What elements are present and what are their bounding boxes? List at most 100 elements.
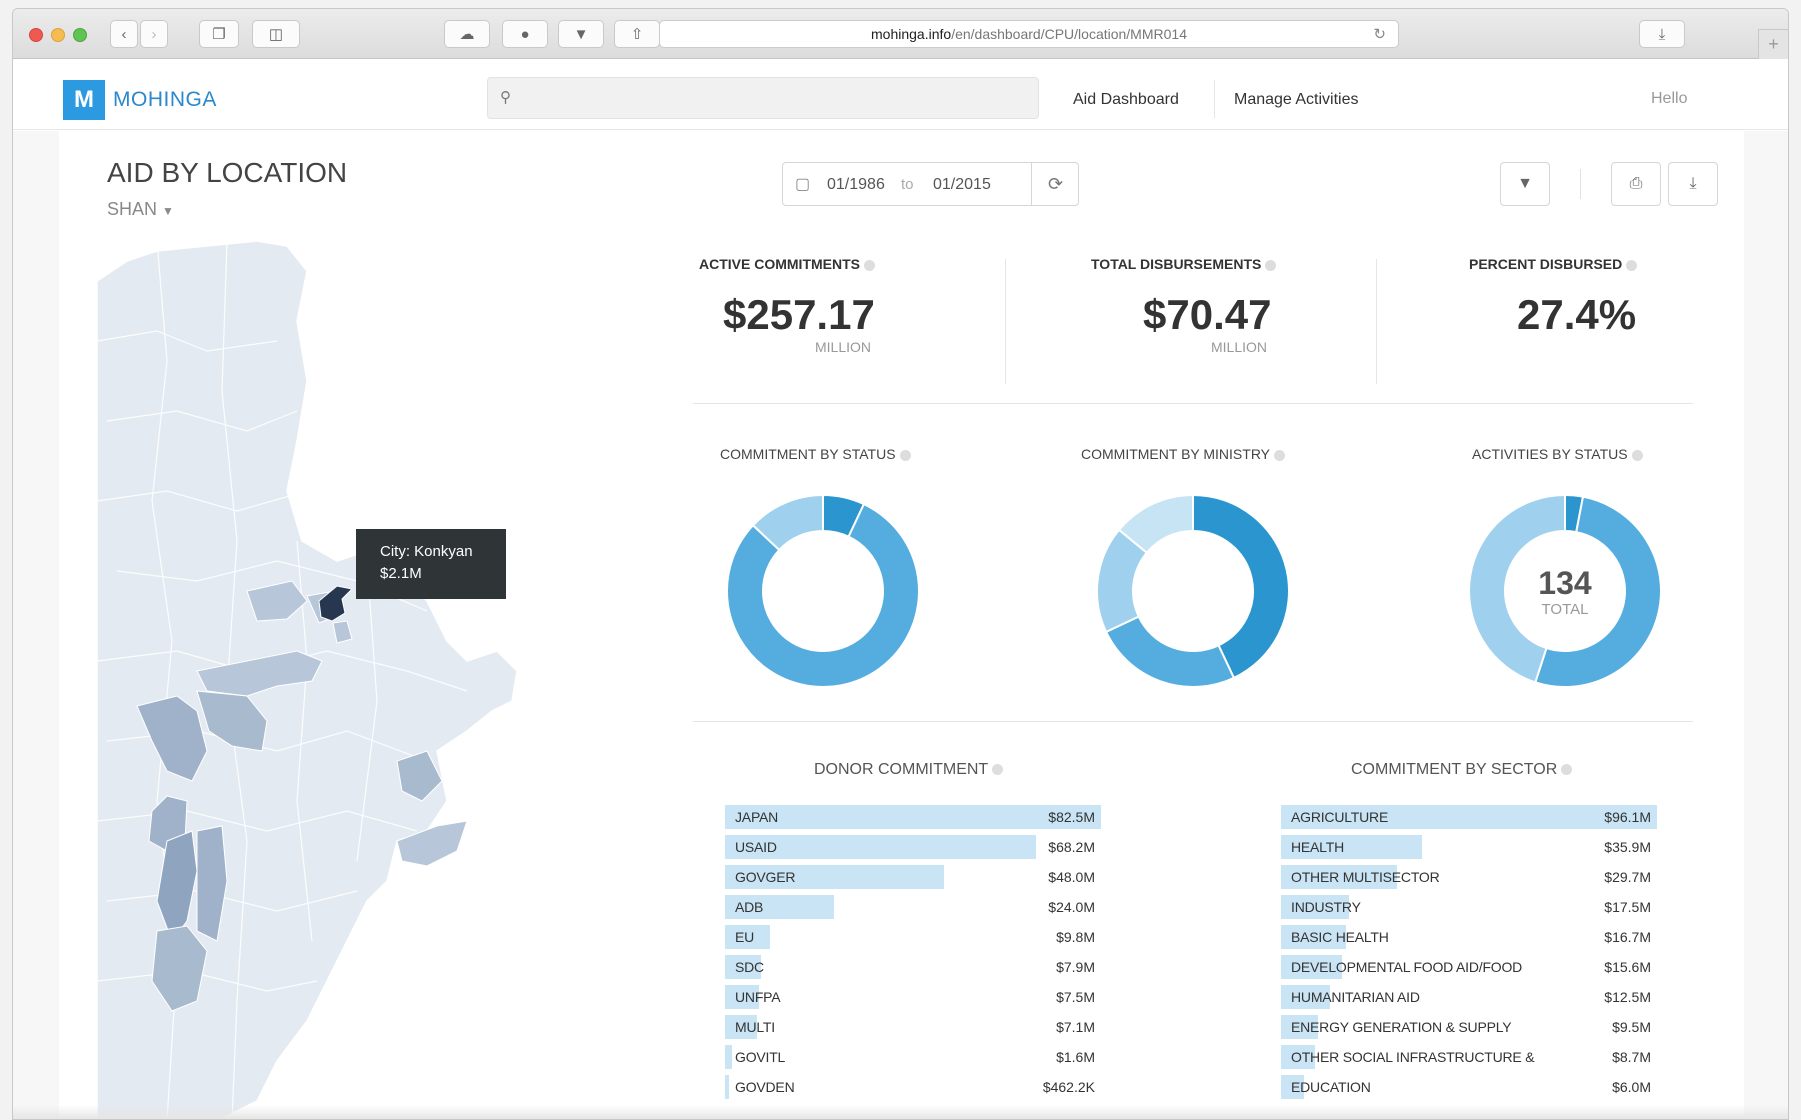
donut-commitment-by-status[interactable] <box>723 491 923 691</box>
bar-row[interactable]: EDUCATION $6.0M <box>1281 1072 1657 1102</box>
sidebar-toggle-button[interactable]: ◫ <box>252 20 300 48</box>
bar-row[interactable]: OTHER MULTISECTOR $29.7M <box>1281 862 1657 892</box>
bar-row[interactable]: UNFPA $7.5M <box>725 982 1101 1012</box>
refresh-button[interactable]: ⟳ <box>1031 163 1079 205</box>
back-button[interactable]: ‹ <box>110 20 138 48</box>
elephant-icon: ● <box>520 25 530 43</box>
dashboard-content: AID BY LOCATION SHAN ▼ ▢ 01/1986 to 01/2… <box>59 131 1744 1120</box>
info-icon[interactable] <box>1265 259 1277 271</box>
shan-state-map[interactable] <box>97 241 567 1120</box>
donor-commitment-list: JAPAN $82.5M USAID $68.2M GOVGER $48.0M ADB $24… <box>725 802 1101 1102</box>
bar-row[interactable]: GOVGER $48.0M <box>725 862 1101 892</box>
info-icon[interactable] <box>1274 449 1286 461</box>
forward-button[interactable]: › <box>140 20 168 48</box>
download-circle-icon: ⤓ <box>1658 25 1666 43</box>
bar-row[interactable]: DEVELOPMENTAL FOOD AID/FOOD $15.6M <box>1281 952 1657 982</box>
location-selected: SHAN <box>107 199 158 219</box>
tooltip-city: City: Konkyan <box>380 543 473 560</box>
donut-activities-by-status[interactable]: 134 TOTAL <box>1465 491 1665 691</box>
logo-text[interactable]: MOHINGA <box>113 88 217 112</box>
nav-aid-dashboard[interactable]: Aid Dashboard <box>1073 91 1179 109</box>
date-to-separator: to <box>901 176 914 193</box>
bar-row[interactable]: BASIC HEALTH $16.7M <box>1281 922 1657 952</box>
location-dropdown[interactable]: SHAN ▼ <box>107 199 174 220</box>
filter-button[interactable]: ▼ <box>1500 162 1550 206</box>
download-icon: ⤓ <box>1689 175 1697 192</box>
printer-icon: ⎙ <box>1629 175 1643 192</box>
bar-row[interactable]: SDC $7.9M <box>725 952 1101 982</box>
kpi-total-disbursements: TOTAL DISBURSEMENTS $70.47 MILLION <box>1091 256 1451 386</box>
bar-label: INDUSTRY <box>1291 899 1361 915</box>
bar-row[interactable]: AGRICULTURE $96.1M <box>1281 802 1657 832</box>
bar-row[interactable]: INDUSTRY $17.5M <box>1281 892 1657 922</box>
bar-label: JAPAN <box>735 809 779 825</box>
bar-label: OTHER SOCIAL INFRASTRUCTURE & <box>1291 1049 1535 1065</box>
logo-mark[interactable]: M <box>63 80 105 120</box>
date-range-picker[interactable]: ▢ 01/1986 to 01/2015 ⟳ <box>782 162 1079 206</box>
date-to[interactable]: 01/2015 <box>933 176 991 194</box>
evernote-button[interactable]: ● <box>502 20 548 48</box>
nav-manage-activities[interactable]: Manage Activities <box>1234 91 1359 109</box>
share-button[interactable]: ⇧ <box>614 20 660 48</box>
bar-row[interactable]: HEALTH $35.9M <box>1281 832 1657 862</box>
bar-row[interactable]: GOVDEN $462.2K <box>725 1072 1101 1102</box>
bar-row[interactable]: OTHER SOCIAL INFRASTRUCTURE & $8.7M <box>1281 1042 1657 1072</box>
bar-value: $9.8M <box>1056 929 1095 945</box>
export-button[interactable]: ⤓ <box>1668 162 1718 206</box>
new-tab-button[interactable]: + <box>1758 29 1788 59</box>
search-input[interactable] <box>526 86 1026 110</box>
pocket-button[interactable]: ▼ <box>558 20 604 48</box>
bar-label: MULTI <box>735 1019 775 1035</box>
cloud-icon: ☁ <box>459 26 475 43</box>
kpi-value: 27.4% <box>1517 291 1637 338</box>
kpi-divider <box>1376 259 1377 384</box>
url-path: /en/dashboard/CPU/location/MMR014 <box>951 26 1187 42</box>
close-window-button[interactable] <box>29 28 43 42</box>
bar-fill <box>725 805 1101 829</box>
bar-row[interactable]: ADB $24.0M <box>725 892 1101 922</box>
bar-value: $96.1M <box>1604 809 1651 825</box>
bar-label: GOVGER <box>735 869 796 885</box>
address-bar[interactable]: mohinga.info/en/dashboard/CPU/location/M… <box>659 20 1399 48</box>
icloud-button[interactable]: ☁ <box>444 20 490 48</box>
info-icon[interactable] <box>864 259 875 271</box>
bar-row[interactable]: EU $9.8M <box>725 922 1101 952</box>
zoom-window-button[interactable] <box>73 28 87 42</box>
bar-row[interactable]: ENERGY GENERATION & SUPPLY $9.5M <box>1281 1012 1657 1042</box>
bar-label: DEVELOPMENTAL FOOD AID/FOOD <box>1291 959 1523 975</box>
bar-label: EU <box>735 929 755 945</box>
bar-row[interactable]: USAID $68.2M <box>725 832 1101 862</box>
bar-row[interactable]: MULTI $7.1M <box>725 1012 1101 1042</box>
browser-window: ‹ › ❐ ◫ ☁ ● ▼ ⇧ mohinga.info/en/dashboar… <box>12 8 1789 1120</box>
bar-value: $48.0M <box>1048 869 1095 885</box>
left-gutter <box>13 131 59 1119</box>
bar-row[interactable]: GOVITL $1.6M <box>725 1042 1101 1072</box>
kpi-percent-disbursed: PERCENT DISBURSED 27.4% <box>1469 256 1788 386</box>
info-icon[interactable] <box>992 764 1004 776</box>
sector-commitment-list: AGRICULTURE $96.1M HEALTH $35.9M OTHER MULTI… <box>1281 802 1657 1102</box>
info-icon[interactable] <box>1631 449 1643 461</box>
donut-slice[interactable] <box>1104 615 1236 688</box>
activities-total-value: 134 <box>1538 564 1592 601</box>
bar-value: $16.7M <box>1604 929 1651 945</box>
user-greeting[interactable]: Hello <box>1651 90 1687 108</box>
kpi-unit: MILLION <box>1211 339 1268 355</box>
downloads-button[interactable]: ⤓ <box>1639 20 1685 48</box>
tabs-overview-button[interactable]: ❐ <box>199 20 239 48</box>
reload-icon[interactable]: ↻ <box>1373 25 1386 43</box>
print-button[interactable]: ⎙ <box>1611 162 1661 206</box>
bar-label: UNFPA <box>735 989 781 1005</box>
search-box[interactable]: ⚲ <box>487 77 1039 119</box>
info-icon[interactable] <box>1561 764 1573 776</box>
info-icon[interactable] <box>1626 259 1638 271</box>
bar-row[interactable]: JAPAN $82.5M <box>725 802 1101 832</box>
minimize-window-button[interactable] <box>51 28 65 42</box>
date-from[interactable]: 01/1986 <box>827 176 885 194</box>
donut-commitment-by-ministry[interactable] <box>1093 491 1293 691</box>
url-host: mohinga.info <box>871 26 952 42</box>
info-icon[interactable] <box>899 449 911 461</box>
toolbar-divider <box>1580 169 1581 199</box>
bar-row[interactable]: HUMANITARIAN AID $12.5M <box>1281 982 1657 1012</box>
bar-value: $17.5M <box>1604 899 1651 915</box>
bar-value: $29.7M <box>1604 869 1651 885</box>
